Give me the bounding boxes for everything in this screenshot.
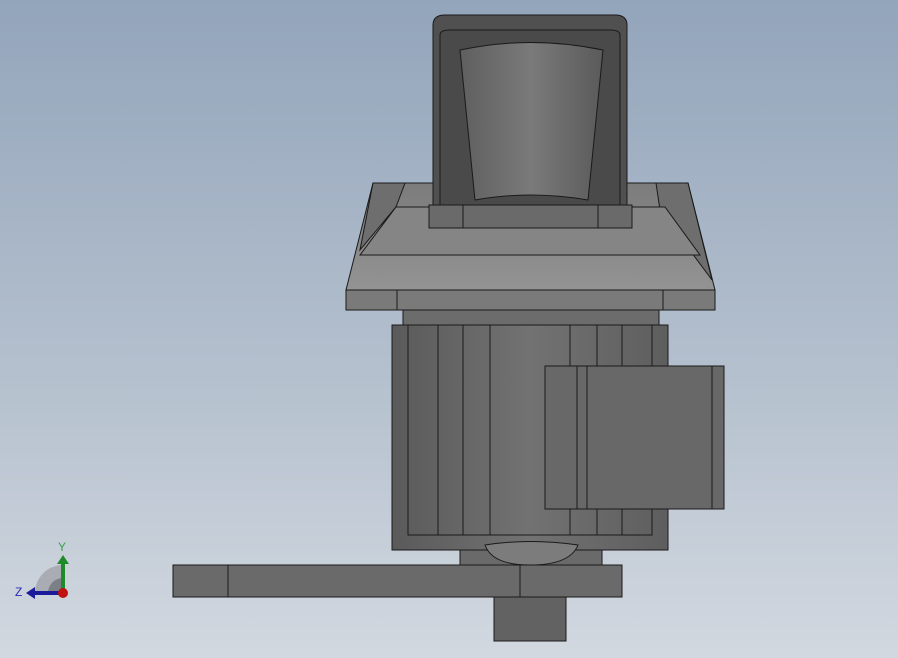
cad-viewport[interactable]: Y Z [0,0,898,658]
foot [493,596,567,642]
neck [402,309,660,326]
y-axis-label: Y [58,540,66,554]
terminal-box [544,365,725,510]
flange-plate [345,289,716,311]
view-triad: Y Z [15,540,69,599]
hood-rim [428,204,633,229]
cone [459,42,604,201]
origin-x-axis [58,588,68,598]
z-axis-label: Z [15,585,22,599]
base-bar [172,564,623,598]
motor-model[interactable] [172,14,725,642]
